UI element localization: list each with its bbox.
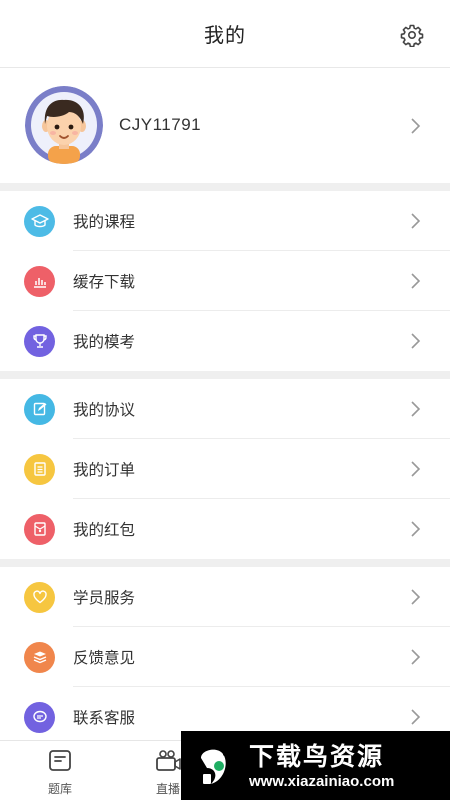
section-divider	[0, 371, 450, 379]
list-document-icon	[24, 453, 55, 485]
section-divider	[0, 183, 450, 191]
stacked-books-icon	[24, 641, 55, 673]
chevron-right-icon	[411, 461, 421, 477]
username: CJY11791	[119, 115, 202, 134]
menu-label: 我的模考	[73, 333, 136, 351]
app-root: 我的 CJY11791 我的课程 缓存下载 我的模考 我的协议 我的订单 我的红…	[0, 0, 450, 800]
menu-label: 我的课程	[73, 213, 136, 231]
menu-item-my-courses[interactable]: 我的课程	[0, 191, 450, 251]
watermark-title: 下载鸟资源	[249, 741, 385, 771]
menu-label: 学员服务	[73, 589, 136, 607]
gear-icon[interactable]	[400, 23, 424, 47]
chevron-right-icon	[411, 649, 421, 665]
tab-question-bank[interactable]: 题库	[30, 749, 90, 797]
profile-row[interactable]: CJY11791	[0, 68, 450, 183]
question-bank-icon	[49, 750, 71, 771]
menu-label: 我的订单	[73, 461, 136, 479]
chevron-right-icon	[411, 118, 421, 134]
menu-item-my-agreement[interactable]: 我的协议	[0, 379, 450, 439]
menu-item-my-red-packet[interactable]: 我的红包	[0, 499, 450, 559]
live-camera-icon	[156, 750, 181, 771]
chevron-right-icon	[411, 521, 421, 537]
page-title: 我的	[204, 23, 246, 47]
chevron-right-icon	[411, 213, 421, 229]
chat-bubble-icon	[24, 701, 55, 733]
watermark-text: 下载鸟资源 www.xiazainiao.com	[249, 742, 394, 790]
menu-label: 反馈意见	[73, 649, 136, 667]
chevron-right-icon	[411, 333, 421, 349]
menu-item-feedback[interactable]: 反馈意见	[0, 627, 450, 687]
trophy-icon	[24, 325, 55, 357]
red-envelope-icon	[24, 513, 55, 545]
menu-label: 我的协议	[73, 401, 136, 419]
menu-label: 缓存下载	[73, 273, 136, 291]
watermark-url: www.xiazainiao.com	[249, 772, 395, 790]
menu-item-cache-download[interactable]: 缓存下载	[0, 251, 450, 311]
tab-label: 题库	[47, 782, 72, 796]
chevron-right-icon	[411, 589, 421, 605]
menu-item-student-service[interactable]: 学员服务	[0, 567, 450, 627]
section-divider	[0, 559, 450, 567]
chevron-right-icon	[411, 709, 421, 725]
menu-label: 联系客服	[73, 709, 136, 727]
avatar[interactable]	[25, 86, 103, 164]
menu-item-my-mock-exam[interactable]: 我的模考	[0, 311, 450, 371]
bar-chart-icon	[24, 265, 55, 297]
bird-logo-icon	[201, 749, 227, 784]
watermark-banner: 下载鸟资源 www.xiazainiao.com	[181, 731, 450, 800]
header: 我的	[0, 0, 450, 68]
chevron-right-icon	[411, 401, 421, 417]
mortarboard-icon	[24, 205, 55, 237]
edit-document-icon	[24, 393, 55, 425]
menu-label: 我的红包	[73, 521, 136, 539]
chevron-right-icon	[411, 273, 421, 289]
menu-item-my-orders[interactable]: 我的订单	[0, 439, 450, 499]
heart-icon	[24, 581, 55, 613]
